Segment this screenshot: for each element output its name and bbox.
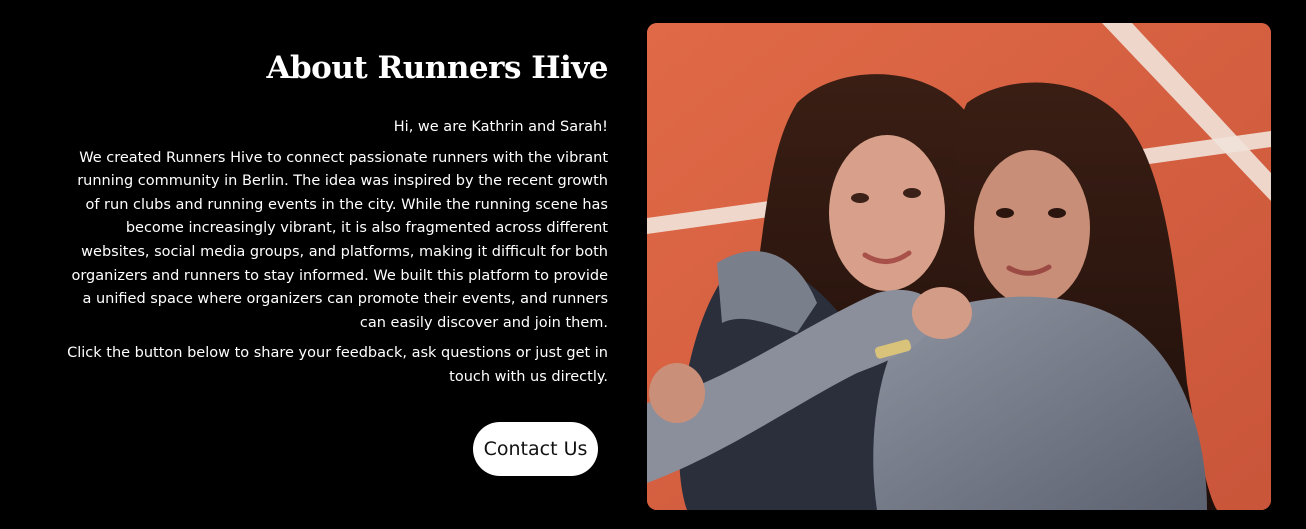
hand (912, 287, 972, 339)
right-face (974, 150, 1090, 306)
founders-photo (647, 23, 1271, 510)
about-section: About Runners Hive Hi, we are Kathrin an… (0, 0, 1306, 529)
about-text-column: About Runners Hive Hi, we are Kathrin an… (60, 46, 608, 390)
story-paragraph: We created Runners Hive to connect passi… (71, 149, 608, 331)
contact-us-button[interactable]: Contact Us (473, 422, 598, 476)
greeting-text: Hi, we are Kathrin and Sarah! (393, 119, 608, 135)
cta-paragraph: Click the button below to share your fee… (67, 345, 608, 385)
left-face (829, 135, 945, 291)
about-heading: About Runners Hive (266, 50, 608, 86)
